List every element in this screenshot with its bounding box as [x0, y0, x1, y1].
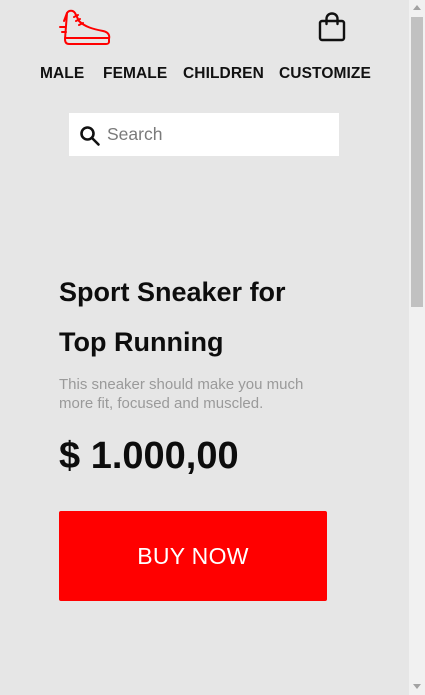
scroll-down-arrow-icon[interactable]: [413, 684, 421, 689]
scrollbar-thumb[interactable]: [411, 17, 423, 307]
shopping-bag-icon[interactable]: [318, 12, 346, 42]
search-icon[interactable]: [79, 125, 101, 147]
search-input[interactable]: [107, 113, 332, 156]
main-nav: MALE FEMALE CHILDREN CUSTOMIZE: [0, 65, 409, 85]
nav-item-children[interactable]: CHILDREN: [183, 65, 264, 83]
buy-now-button[interactable]: BUY NOW: [59, 511, 327, 601]
nav-item-male[interactable]: MALE: [40, 65, 84, 83]
vertical-scrollbar[interactable]: [409, 0, 425, 695]
nav-item-customize[interactable]: CUSTOMIZE: [279, 65, 371, 83]
page: MALE FEMALE CHILDREN CUSTOMIZE Sport Sne…: [0, 0, 425, 695]
product-title-line-1: Sport Sneaker for: [59, 277, 286, 307]
product-title: Sport Sneaker for Top Running: [59, 267, 359, 367]
scroll-up-arrow-icon[interactable]: [413, 5, 421, 10]
product-description: This sneaker should make you much more f…: [59, 376, 304, 412]
product-price: $ 1.000,00: [59, 435, 239, 477]
sneaker-logo-icon[interactable]: [59, 7, 113, 49]
nav-item-female[interactable]: FEMALE: [103, 65, 167, 83]
product-title-line-2: Top Running: [59, 327, 224, 357]
search-box: [69, 113, 339, 156]
